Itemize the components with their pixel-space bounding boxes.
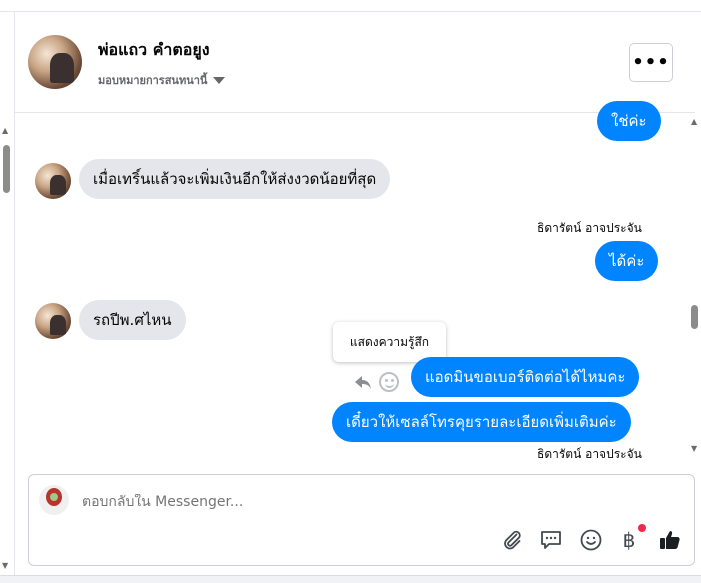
baht-icon: ฿ <box>622 528 636 552</box>
scroll-up-arrow-icon[interactable]: ▲ <box>691 118 697 126</box>
outgoing-message[interactable]: แอดมินขอเบอร์ติดต่อได้ไหมคะ <box>411 357 640 397</box>
saved-replies-button[interactable] <box>538 527 564 553</box>
bottom-edge <box>0 575 701 583</box>
scroll-up-arrow-icon[interactable]: ▲ <box>2 127 8 135</box>
speech-bubble-icon <box>541 531 561 549</box>
message-sender-name: ธิดารัตน์ อาจประจัน <box>537 221 642 235</box>
reply-composer: ฿ <box>28 474 695 566</box>
contact-avatar-small[interactable] <box>35 163 71 199</box>
attach-button[interactable] <box>499 527 525 553</box>
reply-input[interactable] <box>82 494 482 510</box>
emoji-button[interactable] <box>578 527 604 553</box>
left-scrollbar-thumb[interactable] <box>3 145 10 193</box>
react-tooltip: แสดงความรู้สึก <box>333 322 446 362</box>
scroll-down-arrow-icon[interactable]: ▼ <box>691 445 697 453</box>
caret-down-icon <box>213 76 226 84</box>
notification-dot <box>638 524 646 532</box>
paperclip-icon <box>504 530 521 550</box>
ellipsis-icon: ••• <box>632 52 670 73</box>
react-smiley-icon[interactable] <box>379 372 399 392</box>
reply-icon[interactable] <box>353 372 373 392</box>
incoming-message[interactable]: เมื่อเทริ์นแล้วจะเพิ่มเงินอีกให้ส่งงวดน้… <box>79 159 391 199</box>
left-scrollbar[interactable]: ▲ ▼ <box>0 125 13 575</box>
contact-avatar[interactable] <box>28 35 82 89</box>
outgoing-message[interactable]: ได้ค่ะ <box>595 241 659 281</box>
assign-conversation-dropdown[interactable]: มอบหมายการสนทนานี้ <box>98 71 226 89</box>
conversation-header: พ่อแถว คำตอยูง มอบหมายการสนทนานี้ ••• <box>15 13 695 113</box>
outgoing-message[interactable]: เดี๋ยวให้เซลล์โทรคุยรายละเอียดเพิ่มเติมค… <box>332 402 631 442</box>
smiley-icon <box>580 529 602 551</box>
incoming-message[interactable]: รถปีพ.ศไหน <box>79 300 186 340</box>
payment-button[interactable]: ฿ <box>616 524 646 553</box>
window-top-edge <box>0 0 701 12</box>
scroll-down-arrow-icon[interactable]: ▼ <box>2 562 8 570</box>
message-sender-name: ธิดารัตน์ อาจประจัน <box>537 447 642 461</box>
assign-conversation-label: มอบหมายการสนทนานี้ <box>98 74 208 87</box>
thumbs-up-icon <box>660 531 680 549</box>
like-button[interactable] <box>657 527 683 553</box>
more-options-button[interactable]: ••• <box>629 43 673 82</box>
messages-scrollbar[interactable]: ▲ ▼ <box>689 115 701 460</box>
outgoing-message[interactable]: ใช่ค่ะ <box>597 101 661 141</box>
page-avatar <box>39 485 69 515</box>
contact-name[interactable]: พ่อแถว คำตอยูง <box>98 38 210 63</box>
contact-avatar-small[interactable] <box>35 303 71 339</box>
messages-scrollbar-thumb[interactable] <box>691 305 698 329</box>
